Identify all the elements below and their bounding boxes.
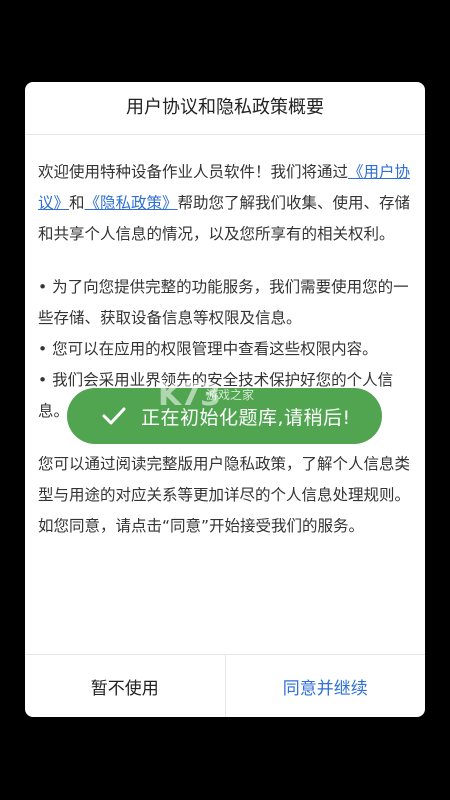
toast-text: 正在初始化题库,请稍后! xyxy=(141,406,351,429)
checkmark-icon xyxy=(102,407,126,425)
bullet-item: • 您可以在应用的权限管理中查看这些权限内容。 xyxy=(38,340,378,358)
privacy-policy-link[interactable]: 《隐私政策》 xyxy=(85,194,178,212)
dialog-buttons: 暂不使用 同意并继续 xyxy=(25,654,425,717)
bullet-item: • 为了向您提供完整的功能服务，我们需要使用您的一些存储、获取设备信息等权限及信… xyxy=(38,278,409,327)
decline-button[interactable]: 暂不使用 xyxy=(25,655,226,717)
loading-toast: 正在初始化题库,请稍后! xyxy=(67,388,382,444)
accept-button[interactable]: 同意并继续 xyxy=(226,655,426,717)
and-text: 和 xyxy=(69,194,85,212)
intro-paragraph: 欢迎使用特种设备作业人员软件！我们将通过《用户协议》和《隐私政策》帮助您了解我们… xyxy=(38,157,411,250)
intro-prefix: 欢迎使用特种设备作业人员软件！我们将通过 xyxy=(38,163,349,181)
full-policy-paragraph: 您可以通过阅读完整版用户隐私政策，了解个人信息类型与用途的对应关系等更加详尽的个… xyxy=(38,455,411,504)
dialog-body: 欢迎使用特种设备作业人员软件！我们将通过《用户协议》和《隐私政策》帮助您了解我们… xyxy=(25,135,425,635)
consent-paragraph: 如您同意，请点击“同意”开始接受我们的服务。 xyxy=(38,517,365,535)
dialog-title: 用户协议和隐私政策概要 xyxy=(25,82,425,135)
